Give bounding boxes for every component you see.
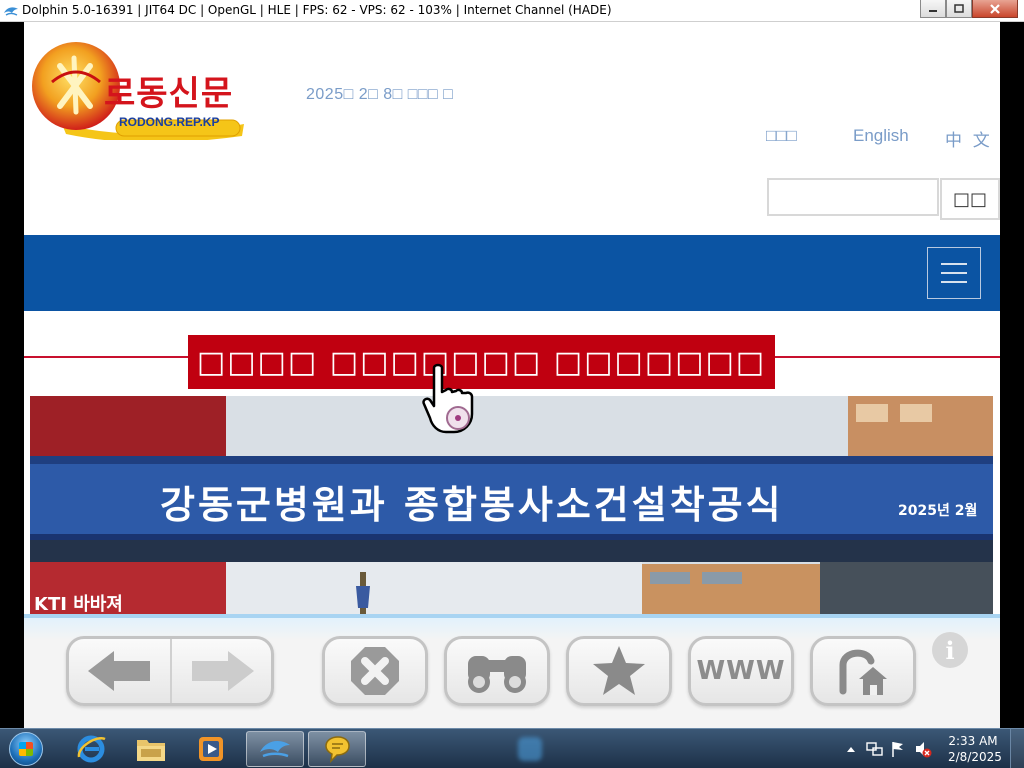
taskbar-media-player[interactable] (182, 731, 240, 767)
minimize-button[interactable] (920, 0, 946, 18)
maximize-icon (954, 4, 964, 13)
news-photo[interactable]: 강동군병원과 종합봉사소건설착공식 2025년 2월 KTI 바바져 (30, 396, 993, 614)
taskbar-chat[interactable] (308, 731, 366, 767)
photo-date: 2025년 2월 (898, 503, 978, 519)
hamburger-menu-icon (941, 281, 967, 283)
back-forward-button[interactable] (66, 636, 274, 706)
main-navbar (24, 235, 1000, 311)
media-player-icon (199, 737, 223, 761)
headline-banner[interactable]: □□□□ □□□□□□□ □□□□□□□ (188, 335, 775, 389)
search-button[interactable]: □□ (940, 178, 1000, 220)
close-button[interactable] (972, 0, 1018, 18)
clock-time: 2:33 AM (948, 734, 998, 748)
back-arrow-icon (87, 651, 150, 691)
forward-arrow-icon (191, 651, 254, 691)
logo-subtitle: RODONG.REP.KP (119, 115, 220, 129)
star-icon (593, 646, 645, 695)
browser-toolbar: WWW i (24, 614, 1000, 728)
window-titlebar: Dolphin 5.0-16391 | JIT64 DC | OpenGL | … (0, 0, 1024, 22)
hamburger-menu-icon (941, 272, 967, 274)
window-controls (920, 0, 1018, 18)
rodong-logo[interactable]: 로동신문 RODONG.REP.KP (32, 32, 252, 143)
file-explorer-icon (137, 740, 165, 761)
hamburger-menu-icon (941, 263, 967, 265)
close-icon (990, 3, 1000, 14)
headline-text: □□□□ □□□□□□□ □□□□□□□ (196, 344, 767, 380)
stop-button[interactable] (322, 636, 428, 706)
volume-muted-icon[interactable] (914, 740, 932, 758)
taskbar-blurred-window[interactable] (440, 731, 740, 767)
tray-expand-icon[interactable] (846, 745, 856, 753)
info-button[interactable]: i (932, 632, 968, 668)
search-input[interactable] (767, 178, 939, 216)
window-title: Dolphin 5.0-16391 | JIT64 DC | OpenGL | … (22, 3, 612, 17)
menu-button[interactable] (927, 247, 981, 299)
back-button[interactable] (69, 639, 170, 703)
taskbar-file-explorer[interactable] (122, 731, 180, 767)
game-screen: 로동신문 RODONG.REP.KP 2025□ 2□ 8□ □□□ □ □□□… (24, 22, 1000, 728)
maximize-button[interactable] (946, 0, 972, 18)
wii-hand-cursor-icon (422, 363, 474, 434)
home-icon (839, 649, 887, 695)
home-button[interactable] (810, 636, 916, 706)
logo-title: 로동신문 (104, 74, 234, 114)
search-tool-button[interactable] (444, 636, 550, 706)
network-icon[interactable] (866, 741, 884, 757)
taskbar-internet-explorer[interactable] (62, 731, 120, 767)
chat-bubble-icon (325, 736, 350, 764)
favorites-button[interactable] (566, 636, 672, 706)
lang-chinese-link[interactable]: 中 文 (945, 126, 993, 151)
lang-english-link[interactable]: English (853, 126, 909, 146)
start-button[interactable] (2, 730, 50, 768)
www-button[interactable]: WWW (688, 636, 794, 706)
dolphin-icon (260, 740, 290, 758)
photo-sign-text: KTI 바바져 (34, 594, 123, 614)
windows-logo-icon (9, 732, 43, 766)
forward-button[interactable] (170, 639, 271, 703)
clock[interactable]: 2:33 AM 2/8/2025 (948, 733, 1002, 765)
page-date: 2025□ 2□ 8□ □□□ □ (306, 86, 454, 103)
taskbar: 2:33 AM 2/8/2025 (0, 728, 1024, 768)
stop-icon (351, 647, 399, 695)
clock-date: 2/8/2025 (948, 750, 1002, 764)
show-desktop-button[interactable] (1010, 729, 1024, 768)
lang-korean-link[interactable]: □□□ (766, 126, 797, 146)
internet-explorer-icon (77, 735, 106, 763)
taskbar-dolphin[interactable] (246, 731, 304, 767)
binoculars-icon (468, 656, 526, 693)
dolphin-icon (4, 7, 18, 16)
minimize-icon (929, 9, 937, 12)
action-center-flag-icon[interactable] (890, 740, 906, 758)
www-label: WWW (696, 656, 786, 686)
photo-caption: 강동군병원과 종합봉사소건설착공식 (160, 483, 784, 527)
